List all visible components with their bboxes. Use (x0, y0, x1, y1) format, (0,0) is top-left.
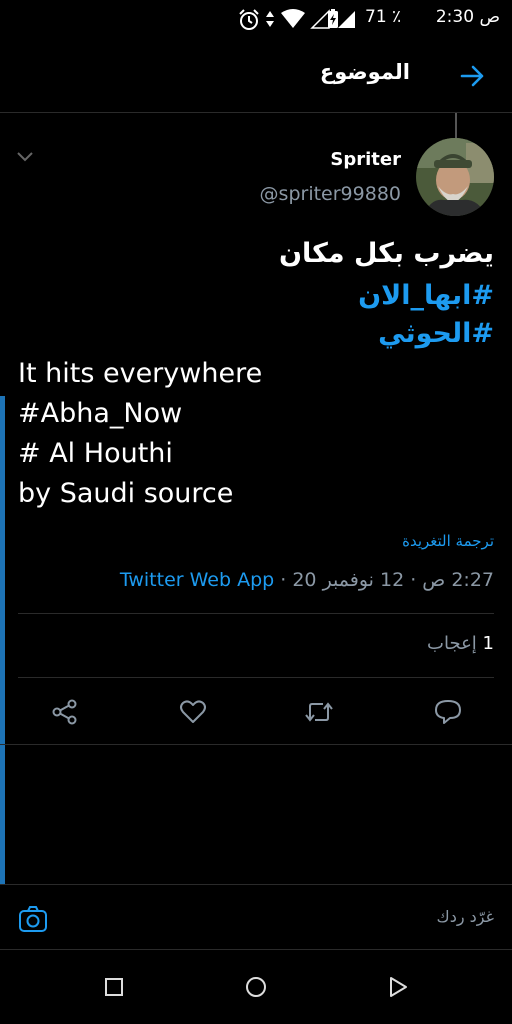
divider (18, 613, 494, 614)
system-nav-bar (0, 950, 512, 1024)
recents-icon[interactable] (102, 975, 126, 999)
reply-input[interactable]: غرّد ردك (437, 907, 494, 926)
translate-tweet-link[interactable]: ترجمة التغريدة (402, 532, 494, 550)
home-icon[interactable] (244, 975, 268, 999)
tweet-text-houthi: # Al Houthi (18, 438, 173, 469)
meta-separator: · (274, 569, 293, 591)
back-icon[interactable] (386, 975, 410, 999)
tweet-source-link[interactable]: Twitter Web App (120, 569, 274, 591)
divider (18, 677, 494, 678)
tweet-text-en: It hits everywhere (18, 358, 263, 389)
signal-empty-icon (310, 9, 330, 29)
tweet-timestamp: 2:27 ص · 12 نوفمبر 20 (292, 569, 494, 591)
share-icon[interactable] (50, 697, 80, 727)
likes-label: إعجاب (427, 633, 477, 654)
avatar[interactable] (416, 138, 494, 216)
status-time: 2:30 ص (435, 7, 500, 27)
data-arrows-icon (266, 11, 274, 27)
author-name[interactable]: Spriter (330, 149, 401, 170)
status-bar: 2:30 ص 71 ٪ (0, 0, 512, 36)
alarm-icon (239, 9, 259, 30)
header: الموضوع (0, 36, 512, 113)
back-arrow-icon[interactable] (458, 62, 486, 90)
likes-number: 1 (482, 633, 494, 654)
reply-icon[interactable] (433, 697, 463, 727)
retweet-icon[interactable] (304, 697, 334, 727)
hashtag-abha-en[interactable]: #Abha_Now (18, 398, 182, 429)
tweet-text-source: by Saudi source (18, 478, 234, 509)
reply-bar[interactable]: غرّد ردك (0, 884, 512, 950)
thread-indicator-bar (0, 396, 5, 884)
tweet-meta: Twitter Web App · 2:27 ص · 12 نوفمبر 20 (120, 569, 494, 591)
chevron-down-icon[interactable] (16, 150, 34, 164)
likes-count[interactable]: 1 إعجاب (427, 633, 494, 654)
thread-connector (455, 113, 457, 138)
hashtag-abha-ar[interactable]: #ابها_الان (358, 280, 494, 311)
battery-percent: 71 ٪ (365, 7, 402, 27)
camera-icon[interactable] (18, 904, 48, 934)
divider (0, 744, 512, 745)
page-title: الموضوع (319, 60, 410, 84)
like-icon[interactable] (178, 697, 208, 727)
signal-icon (338, 11, 355, 28)
wifi-icon (281, 9, 305, 28)
author-handle[interactable]: @spriter99880 (260, 183, 401, 205)
hashtag-houthi-ar[interactable]: #الحوثي (378, 318, 494, 349)
tweet-text-ar: يضرب بكل مكان (278, 238, 494, 269)
